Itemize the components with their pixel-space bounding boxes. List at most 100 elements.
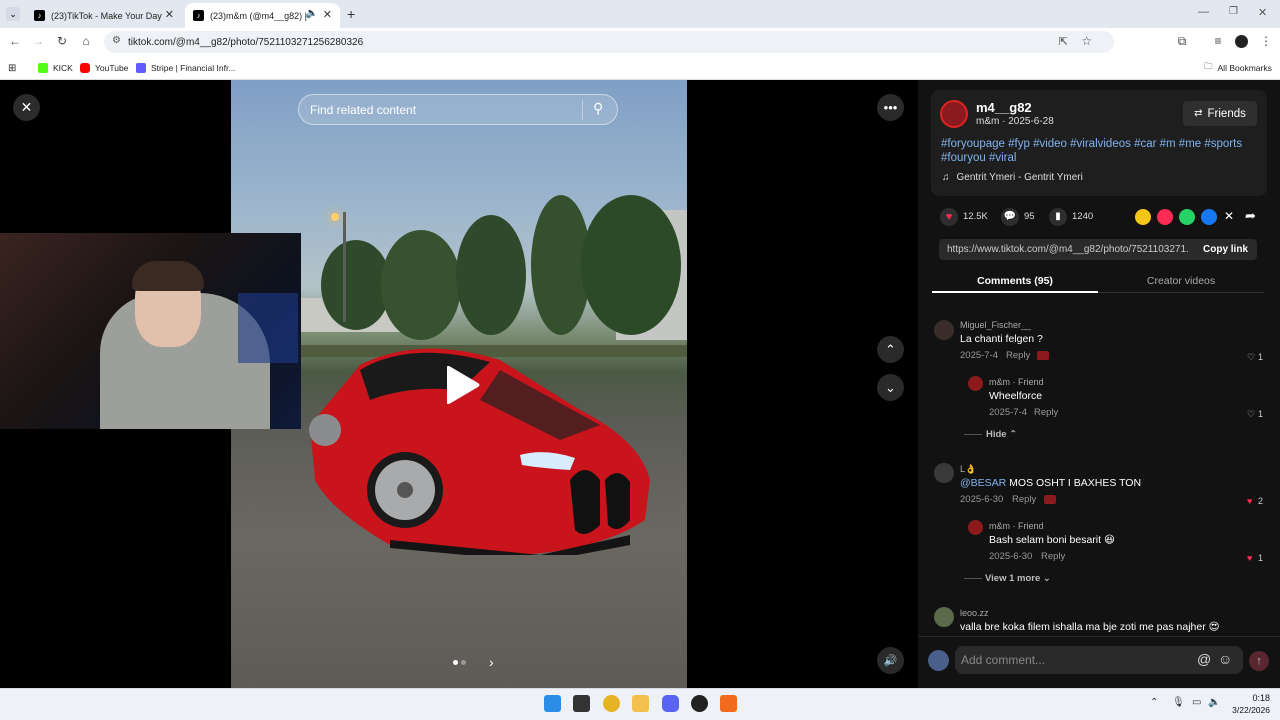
more-options-icon[interactable]: ••• — [877, 94, 904, 121]
post-link-text[interactable]: https://www.tiktok.com/@m4__g82/photo/75… — [947, 244, 1189, 255]
reply-username[interactable]: m&m · Friend — [989, 377, 1044, 387]
emoji-icon[interactable]: ☺ — [1218, 651, 1232, 667]
comment-liked-icon[interactable]: ♥ — [1247, 496, 1252, 506]
reply-username[interactable]: m&m · Friend — [989, 521, 1044, 531]
reading-list-icon[interactable]: ≡ — [1210, 34, 1226, 48]
extensions-icon[interactable]: ⧉ — [1174, 34, 1190, 49]
task-view-icon[interactable] — [573, 695, 590, 712]
tab-creator-videos[interactable]: Creator videos — [1098, 275, 1264, 287]
comment-mention[interactable]: @BESAR — [960, 477, 1006, 489]
post-hashtags[interactable]: #foryoupage #fyp #video #viralvideos #ca… — [941, 138, 1242, 150]
browser-tab-bar: ⌄ ♪ (23)TikTok - Make Your Day ✕ ♪ (23)m… — [0, 0, 1280, 28]
post-music[interactable]: ♫ Gentrit Ymeri - Gentrit Ymeri — [942, 172, 1083, 183]
copy-link-button[interactable]: Copy link — [1203, 244, 1248, 255]
reply-avatar[interactable] — [968, 376, 983, 391]
commenter-avatar[interactable] — [934, 607, 954, 627]
app-icon[interactable] — [720, 695, 737, 712]
tab-profile-active[interactable]: ♪ (23)m&m (@m4__g82) | Tik 🔈 ✕ — [185, 3, 340, 28]
clock-date[interactable]: 3/22/2026 — [1218, 705, 1270, 715]
network-icon[interactable]: ▭ — [1192, 697, 1201, 708]
apps-icon[interactable]: ⊞ — [8, 61, 16, 75]
new-tab-icon[interactable]: + — [347, 6, 355, 22]
reply-avatar[interactable] — [968, 520, 983, 535]
bookmark-youtube[interactable]: YouTube — [80, 61, 128, 75]
restore-icon[interactable]: ❐ — [1229, 6, 1238, 17]
reload-icon[interactable]: ↻ — [54, 34, 70, 48]
previous-post-icon[interactable]: ⌃ — [877, 336, 904, 363]
comment-username[interactable]: L👌 — [960, 464, 976, 475]
obs-icon[interactable] — [691, 695, 708, 712]
share-embed-icon[interactable] — [1135, 209, 1151, 225]
site-info-icon[interactable]: ⚙ — [112, 35, 121, 46]
back-icon[interactable]: ← — [7, 34, 23, 48]
tray-expand-icon[interactable]: ⌃ — [1150, 697, 1158, 708]
reply-button[interactable]: Reply — [1034, 407, 1058, 418]
clock-time[interactable]: 0:18 — [1228, 693, 1270, 703]
home-icon[interactable]: ⌂ — [78, 34, 94, 48]
install-app-icon[interactable]: ⇱ — [1059, 35, 1068, 48]
play-icon[interactable] — [441, 365, 481, 405]
bookmark-stripe[interactable]: Stripe | Financial Infr... — [136, 61, 235, 75]
author-avatar[interactable] — [940, 100, 968, 128]
next-post-icon[interactable]: ⌄ — [877, 374, 904, 401]
carousel-next-icon[interactable]: › — [489, 654, 494, 670]
close-viewer-icon[interactable]: ✕ — [13, 94, 40, 121]
like-heart-icon[interactable]: ♥ — [940, 208, 958, 226]
windows-start-icon[interactable] — [544, 695, 561, 712]
comment-like-count: 1 — [1258, 409, 1264, 419]
bookmark-icon[interactable]: ▮ — [1049, 208, 1067, 226]
tab-close-icon[interactable]: ✕ — [165, 8, 174, 21]
tab-close-icon[interactable]: ✕ — [323, 8, 332, 21]
author-nick-date: m&m · 2025-6-28 — [976, 116, 1054, 127]
address-bar[interactable]: ⚙ tiktok.com/@m4__g82/photo/752110327125… — [104, 31, 1114, 53]
whatsapp-icon[interactable] — [1179, 209, 1195, 225]
youtube-icon — [80, 63, 90, 73]
discord-icon[interactable] — [662, 695, 679, 712]
share-arrow-icon[interactable]: ➦ — [1245, 208, 1256, 224]
related-search-input[interactable]: Find related content ⚲ — [298, 94, 618, 125]
forward-icon[interactable]: → — [30, 34, 46, 48]
comment-username[interactable]: Miguel_Fischer__ — [960, 320, 1031, 330]
facebook-icon[interactable] — [1201, 209, 1217, 225]
speaker-icon[interactable]: 🔈 — [306, 8, 318, 19]
hide-replies-button[interactable]: Hide ⌃ — [986, 429, 1017, 440]
post-hashtags[interactable]: #fouryou #viral — [941, 152, 1016, 164]
profile-avatar[interactable] — [1235, 35, 1248, 48]
comment-like-icon[interactable]: ♡ — [1247, 409, 1255, 420]
microphone-icon[interactable]: 🎙 — [1172, 697, 1185, 708]
volume-icon[interactable]: 🔊 — [877, 647, 904, 674]
comment-like-icon[interactable]: ♡ — [1247, 352, 1255, 363]
bookmark-star-icon[interactable]: ☆ — [1081, 34, 1092, 48]
comment-username[interactable]: leoo.zz — [960, 608, 989, 618]
x-twitter-icon[interactable]: ✕ — [1224, 209, 1234, 223]
carousel-dot-active[interactable] — [453, 660, 458, 665]
tab-tiktok-home[interactable]: ♪ (23)TikTok - Make Your Day ✕ — [26, 3, 182, 28]
view-more-replies-button[interactable]: View 1 more ⌄ — [985, 573, 1051, 584]
reply-button[interactable]: Reply — [1041, 551, 1065, 562]
tab-comments[interactable]: Comments (95) — [932, 275, 1098, 287]
comment-liked-icon[interactable]: ♥ — [1247, 553, 1252, 563]
comment-input[interactable]: Add comment... @ ☺ — [955, 646, 1243, 674]
all-bookmarks[interactable]: 🗀 All Bookmarks — [1204, 61, 1272, 75]
my-avatar[interactable] — [928, 650, 949, 671]
friends-button[interactable]: ⇄ Friends — [1183, 101, 1257, 126]
mention-at-icon[interactable]: @ — [1197, 651, 1211, 667]
minimize-icon[interactable]: — — [1198, 6, 1209, 18]
commenter-avatar[interactable] — [934, 320, 954, 340]
chrome-icon[interactable] — [603, 695, 620, 712]
author-username[interactable]: m4__g82 — [976, 100, 1032, 115]
window-close-icon[interactable]: ✕ — [1258, 6, 1267, 19]
share-send-icon[interactable] — [1157, 209, 1173, 225]
file-explorer-icon[interactable] — [632, 695, 649, 712]
commenter-avatar[interactable] — [934, 463, 954, 483]
comment-bubble-icon[interactable]: 💬 — [1001, 208, 1019, 226]
carousel-dot[interactable] — [461, 660, 466, 665]
post-comment-icon[interactable]: ↑ — [1249, 651, 1269, 671]
bookmark-kick[interactable]: KICK — [38, 61, 73, 75]
like-count: 12.5K — [963, 211, 988, 222]
menu-icon[interactable]: ⋮ — [1258, 34, 1274, 48]
reply-button[interactable]: Reply — [1006, 350, 1030, 361]
tab-search-icon[interactable]: ⌄ — [6, 7, 20, 21]
reply-button[interactable]: Reply — [1012, 494, 1036, 505]
search-icon[interactable]: ⚲ — [593, 100, 603, 117]
